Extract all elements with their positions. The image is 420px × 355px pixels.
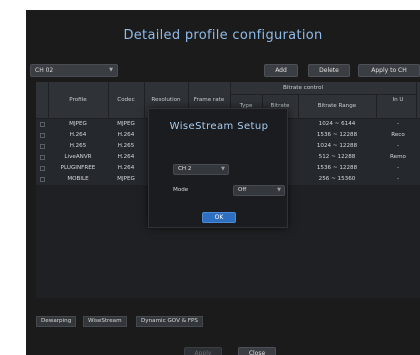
tab-dewarping[interactable]: Dewarping [36, 316, 77, 327]
row-checkbox[interactable] [40, 177, 45, 182]
apply-to-ch-button[interactable]: Apply to CH [358, 64, 420, 77]
header-frame-rate: Frame rate [193, 97, 225, 103]
dialog-channel-value: CH 2 [178, 166, 192, 172]
cell-bitrate-range: 1536 ~ 12288 [316, 132, 358, 138]
row-checkbox[interactable] [40, 133, 45, 138]
row-checkbox[interactable] [40, 166, 45, 171]
cell-codec: MJPEG [117, 121, 135, 127]
wisestream-setup-dialog: WiseStream Setup CH 2 ▼ Mode Off ▼ OK [148, 108, 288, 228]
cell-bitrate-range: 1024 ~ 6144 [318, 121, 356, 127]
cell-profile: MJPEG [69, 121, 87, 127]
cell-codec: H.265 [117, 143, 135, 149]
cell-profile: MOBILE [67, 176, 89, 182]
row-checkbox[interactable] [40, 144, 45, 149]
ok-button[interactable]: OK [202, 212, 236, 223]
delete-button[interactable]: Delete [308, 64, 350, 77]
close-button[interactable]: Close [238, 347, 276, 355]
cell-codec: H.264 [117, 165, 135, 171]
cell-in-use: Remo [390, 154, 406, 160]
chevron-down-icon: ▼ [277, 187, 281, 193]
cell-bitrate-range: 1536 ~ 12288 [316, 165, 358, 171]
profile-config-window: Detailed profile configuration CH 02 ▼ A… [26, 10, 420, 355]
cell-bitrate-range: 1024 ~ 12288 [316, 143, 358, 149]
apply-button[interactable]: Apply [184, 347, 222, 355]
cell-in-use: - [396, 121, 400, 127]
cell-in-use: - [396, 143, 400, 149]
cell-codec: MJPEG [117, 176, 135, 182]
page-title: Detailed profile configuration [123, 28, 323, 43]
row-checkbox[interactable] [40, 122, 45, 127]
row-checkbox[interactable] [40, 155, 45, 160]
mode-select[interactable]: Off ▼ [233, 185, 285, 196]
cell-bitrate-range: 256 ~ 15360 [318, 176, 356, 182]
cell-codec: H.264 [117, 132, 135, 138]
header-in-use: In U [392, 97, 404, 103]
add-button[interactable]: Add [264, 64, 298, 77]
cell-codec: H.264 [117, 154, 135, 160]
tab-wisestream[interactable]: WiseStream [83, 316, 127, 327]
cell-in-use: Reco [391, 132, 405, 138]
dialog-channel-select[interactable]: CH 2 ▼ [173, 164, 229, 175]
mode-label: Mode [173, 187, 189, 193]
header-profile: Profile [69, 97, 87, 103]
dialog-title: WiseStream Setup [169, 121, 269, 132]
mode-value: Off [238, 187, 247, 193]
cell-profile: H.265 [69, 143, 87, 149]
cell-in-use: - [396, 176, 400, 182]
cell-profile: PLUGINFREE [60, 165, 96, 171]
cell-bitrate-range: 512 ~ 12288 [318, 154, 356, 160]
header-bitrate-control: Bitrate control [282, 85, 324, 91]
cell-in-use: - [396, 165, 400, 171]
cell-profile: H.264 [69, 132, 87, 138]
cell-profile: LiveANVR [64, 154, 92, 160]
channel-select[interactable]: CH 02 ▼ [30, 64, 118, 77]
header-codec: Codec [117, 97, 135, 103]
header-bitrate-range: Bitrate Range [317, 103, 357, 109]
header-resolution: Resolution [151, 97, 181, 103]
chevron-down-icon: ▼ [109, 67, 113, 73]
tab-dynamic-gov-fps[interactable]: Dynamic GOV & FPS [136, 316, 203, 327]
channel-select-value: CH 02 [35, 67, 54, 74]
chevron-down-icon: ▼ [221, 166, 225, 172]
